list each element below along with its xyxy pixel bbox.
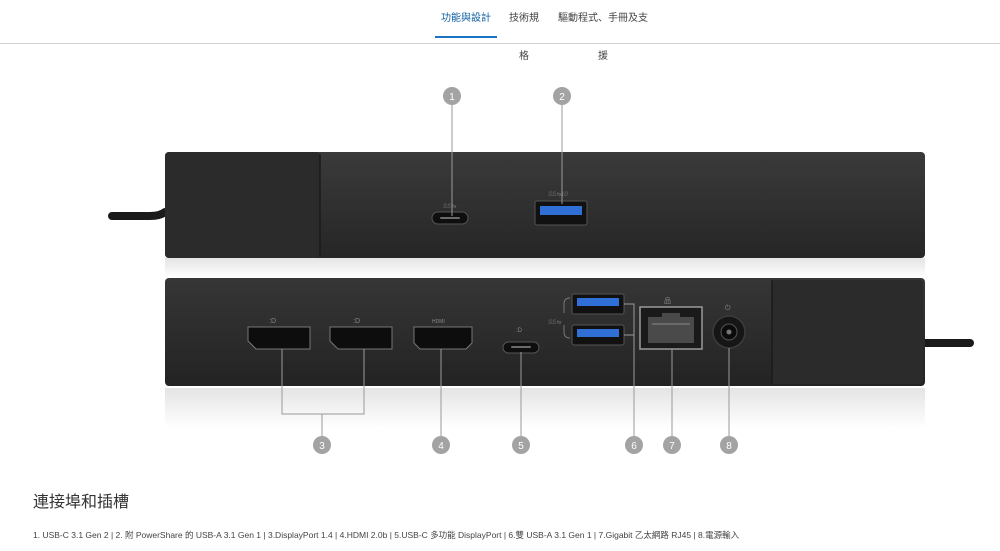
svg-text:2: 2 <box>559 92 565 103</box>
svg-text:SS⇆: SS⇆ <box>548 319 562 326</box>
ss-logo-1: SS⇆ <box>443 203 457 210</box>
ports-caption: 1. USB-C 3.1 Gen 2 | 2. 附 PowerShare 的 U… <box>33 530 740 540</box>
svg-text:6: 6 <box>631 441 637 452</box>
dock-rear: :D :D HDMI :D SS⇆ 品 ⏻ <box>165 278 974 386</box>
svg-text::D: :D <box>516 328 523 334</box>
top-reflection <box>165 258 925 278</box>
callout-2: 2 <box>553 87 571 105</box>
svg-text:4: 4 <box>438 441 444 452</box>
dock-rear-side-panel <box>772 280 923 384</box>
svg-text:8: 8 <box>726 441 732 452</box>
dock-front-cable <box>108 208 169 220</box>
callout-6: 6 <box>625 436 643 454</box>
bottom-reflection <box>165 388 925 428</box>
tab-features-design[interactable]: 功能與設計 <box>435 0 497 38</box>
product-tabs: 功能與設計 技術規格 驅動程式、手冊及支援 <box>0 0 1000 62</box>
callout-1: 1 <box>443 87 461 105</box>
tab-tech-specs[interactable]: 技術規格 <box>506 0 542 62</box>
svg-text:5: 5 <box>518 441 524 452</box>
svg-text:7: 7 <box>669 441 675 452</box>
svg-text:品: 品 <box>664 297 671 305</box>
tab-drivers-support[interactable]: 驅動程式、手冊及支援 <box>557 0 649 62</box>
svg-text:HDMI: HDMI <box>432 319 445 325</box>
callout-7: 7 <box>663 436 681 454</box>
svg-text::D: :D <box>353 318 360 325</box>
callout-8: 8 <box>720 436 738 454</box>
svg-text::D: :D <box>269 318 276 325</box>
svg-text:1: 1 <box>449 92 455 103</box>
callout-3: 3 <box>313 436 331 454</box>
callout-4: 4 <box>432 436 450 454</box>
section-heading: 連接埠和插槽 <box>33 494 130 511</box>
svg-text:⏻: ⏻ <box>725 304 731 312</box>
ss10-logo: SS⇆10 <box>548 191 568 198</box>
dock-ports-figure: SS⇆ SS⇆10 :D :D HDMI:D SS⇆ 品 ⏻ 1 2 3 4 … <box>0 44 1000 474</box>
dock-front: SS⇆ SS⇆10 <box>108 152 925 258</box>
dock-front-side-panel <box>165 152 320 258</box>
dock-illustration: SS⇆ SS⇆10 :D :D HDMI:D SS⇆ 品 ⏻ 1 2 3 4 … <box>108 87 974 454</box>
svg-text:3: 3 <box>319 441 325 452</box>
callout-5: 5 <box>512 436 530 454</box>
